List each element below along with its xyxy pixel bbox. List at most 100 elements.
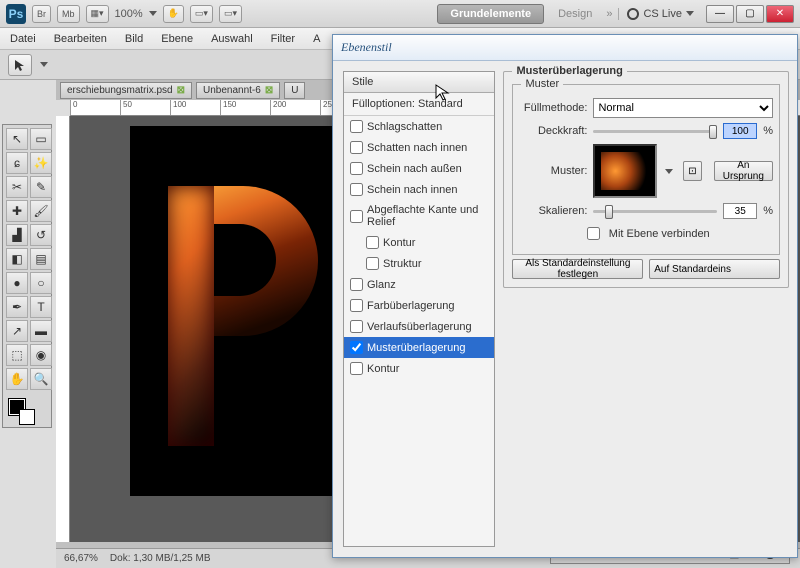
ruler-vertical[interactable] bbox=[56, 116, 70, 542]
style-label: Glanz bbox=[367, 279, 396, 291]
healing-tool[interactable]: ✚ bbox=[6, 200, 28, 222]
style-item-schein-nach-innen[interactable]: Schein nach innen bbox=[344, 179, 494, 200]
blur-tool[interactable]: ● bbox=[6, 272, 28, 294]
brush-tool[interactable]: 🖌 bbox=[30, 200, 52, 222]
doc-tab-2[interactable]: Unbenannt-6⊠ bbox=[196, 82, 280, 99]
menu-datei[interactable]: Datei bbox=[10, 33, 36, 45]
zoom-level[interactable]: 100% bbox=[115, 8, 143, 20]
pattern-dropdown-icon[interactable] bbox=[665, 169, 673, 174]
status-docsize[interactable]: Dok: 1,30 MB/1,25 MB bbox=[110, 553, 211, 564]
camera-tool[interactable]: ◉ bbox=[30, 344, 52, 366]
doc-tab-1[interactable]: erschiebungsmatrix.psd⊠ bbox=[60, 82, 192, 99]
zoom-tool[interactable]: 🔍 bbox=[30, 368, 52, 390]
pattern-thumbnail[interactable] bbox=[593, 144, 657, 198]
marquee-tool[interactable]: ▭ bbox=[30, 128, 52, 150]
menu-auswahl[interactable]: Auswahl bbox=[211, 33, 253, 45]
style-checkbox[interactable] bbox=[366, 257, 379, 270]
tool-preset-dropdown-icon[interactable] bbox=[40, 62, 48, 67]
dodge-tool[interactable]: ○ bbox=[30, 272, 52, 294]
menu-filter[interactable]: Filter bbox=[271, 33, 295, 45]
style-settings-panel: Musterüberlagerung Muster Füllmethode: N… bbox=[501, 61, 797, 557]
workspace-more-icon[interactable]: » bbox=[606, 8, 612, 20]
stamp-tool[interactable]: ▟ bbox=[6, 224, 28, 246]
style-checkbox[interactable] bbox=[350, 341, 363, 354]
style-checkbox[interactable] bbox=[350, 183, 363, 196]
pen-tool[interactable]: ✒ bbox=[6, 296, 28, 318]
frame-icon[interactable]: ▦▾ bbox=[86, 5, 109, 23]
style-checkbox[interactable] bbox=[350, 278, 363, 291]
gradient-tool[interactable]: ▤ bbox=[30, 248, 52, 270]
blend-mode-select[interactable]: Normal bbox=[593, 98, 773, 118]
tab-close-icon[interactable]: ⊠ bbox=[265, 85, 273, 96]
style-item-farb-berlagerung[interactable]: Farbüberlagerung bbox=[344, 295, 494, 316]
eyedropper-tool[interactable]: ✎ bbox=[30, 176, 52, 198]
workspace-design-button[interactable]: Design bbox=[550, 5, 600, 23]
bridge-chip[interactable]: Br bbox=[32, 5, 51, 23]
hand-tool[interactable]: ✋ bbox=[6, 368, 28, 390]
style-item-abgeflachte-kante-und-relief[interactable]: Abgeflachte Kante und Relief bbox=[344, 200, 494, 232]
move-tool-icon[interactable] bbox=[8, 54, 32, 76]
menu-bearbeiten[interactable]: Bearbeiten bbox=[54, 33, 107, 45]
shape-tool[interactable]: ▬ bbox=[30, 320, 52, 342]
opacity-input[interactable] bbox=[723, 123, 757, 139]
cs-live-button[interactable]: CS Live bbox=[618, 8, 694, 20]
lasso-tool[interactable]: ɕ bbox=[6, 152, 28, 174]
minimize-button[interactable]: — bbox=[706, 5, 734, 23]
styles-header[interactable]: Stile bbox=[344, 72, 494, 93]
tab-close-icon[interactable]: ⊠ bbox=[177, 85, 185, 96]
style-checkbox[interactable] bbox=[366, 236, 379, 249]
style-item-struktur[interactable]: Struktur bbox=[344, 253, 494, 274]
opacity-slider[interactable] bbox=[593, 130, 717, 133]
wand-tool[interactable]: ✨ bbox=[30, 152, 52, 174]
scale-slider[interactable] bbox=[593, 210, 717, 213]
color-swatches[interactable] bbox=[5, 395, 53, 425]
an-ursprung-button[interactable]: An Ursprung bbox=[714, 161, 773, 181]
screen-chip[interactable]: ▭▾ bbox=[219, 5, 242, 23]
path-tool[interactable]: ↗ bbox=[6, 320, 28, 342]
menu-ebene[interactable]: Ebene bbox=[161, 33, 193, 45]
fill-options-row[interactable]: Fülloptionen: Standard bbox=[344, 93, 494, 116]
snap-origin-btn[interactable]: ⊡ bbox=[683, 161, 701, 181]
style-checkbox[interactable] bbox=[350, 299, 363, 312]
background-swatch[interactable] bbox=[19, 409, 35, 425]
style-item-kontur[interactable]: Kontur bbox=[344, 232, 494, 253]
workspace-grundelemente-button[interactable]: Grundelemente bbox=[437, 4, 544, 24]
style-item-schlagschatten[interactable]: Schlagschatten bbox=[344, 116, 494, 137]
style-item-schein-nach-au-en[interactable]: Schein nach außen bbox=[344, 158, 494, 179]
move-tool[interactable]: ↖ bbox=[6, 128, 28, 150]
style-item-muster-berlagerung[interactable]: Musterüberlagerung bbox=[344, 337, 494, 358]
style-label: Musterüberlagerung bbox=[367, 342, 465, 354]
doc-tab-3[interactable]: U bbox=[284, 82, 305, 99]
maximize-button[interactable]: ▢ bbox=[736, 5, 764, 23]
style-checkbox[interactable] bbox=[350, 141, 363, 154]
style-item-verlaufs-berlagerung[interactable]: Verlaufsüberlagerung bbox=[344, 316, 494, 337]
menu-analyse[interactable]: A bbox=[313, 33, 320, 45]
reset-default-button[interactable]: Auf Standardeins bbox=[649, 259, 780, 279]
scale-input[interactable] bbox=[723, 203, 757, 219]
style-item-glanz[interactable]: Glanz bbox=[344, 274, 494, 295]
3d-tool[interactable]: ⬚ bbox=[6, 344, 28, 366]
link-with-layer-checkbox[interactable] bbox=[587, 227, 600, 240]
mb-chip[interactable]: Mb bbox=[57, 5, 80, 23]
blend-mode-label: Füllmethode: bbox=[519, 102, 587, 114]
style-checkbox[interactable] bbox=[350, 320, 363, 333]
style-checkbox[interactable] bbox=[350, 120, 363, 133]
close-button[interactable]: ✕ bbox=[766, 5, 794, 23]
dialog-title[interactable]: Ebenenstil bbox=[333, 35, 797, 61]
style-checkbox[interactable] bbox=[350, 210, 363, 223]
history-brush-tool[interactable]: ↺ bbox=[30, 224, 52, 246]
status-zoom[interactable]: 66,67% bbox=[64, 553, 98, 564]
style-checkbox[interactable] bbox=[350, 362, 363, 375]
style-item-schatten-nach-innen[interactable]: Schatten nach innen bbox=[344, 137, 494, 158]
set-default-button[interactable]: Als Standardeinstellung festlegen bbox=[512, 259, 643, 279]
type-tool[interactable]: T bbox=[30, 296, 52, 318]
style-item-kontur[interactable]: Kontur bbox=[344, 358, 494, 379]
cslive-dropdown-icon[interactable] bbox=[686, 11, 694, 16]
style-checkbox[interactable] bbox=[350, 162, 363, 175]
eraser-tool[interactable]: ◧ bbox=[6, 248, 28, 270]
hand-tool-chip[interactable]: ✋ bbox=[163, 5, 184, 23]
view-chip[interactable]: ▭▾ bbox=[190, 5, 213, 23]
zoom-dropdown-icon[interactable] bbox=[149, 11, 157, 16]
menu-bild[interactable]: Bild bbox=[125, 33, 143, 45]
crop-tool[interactable]: ✂ bbox=[6, 176, 28, 198]
